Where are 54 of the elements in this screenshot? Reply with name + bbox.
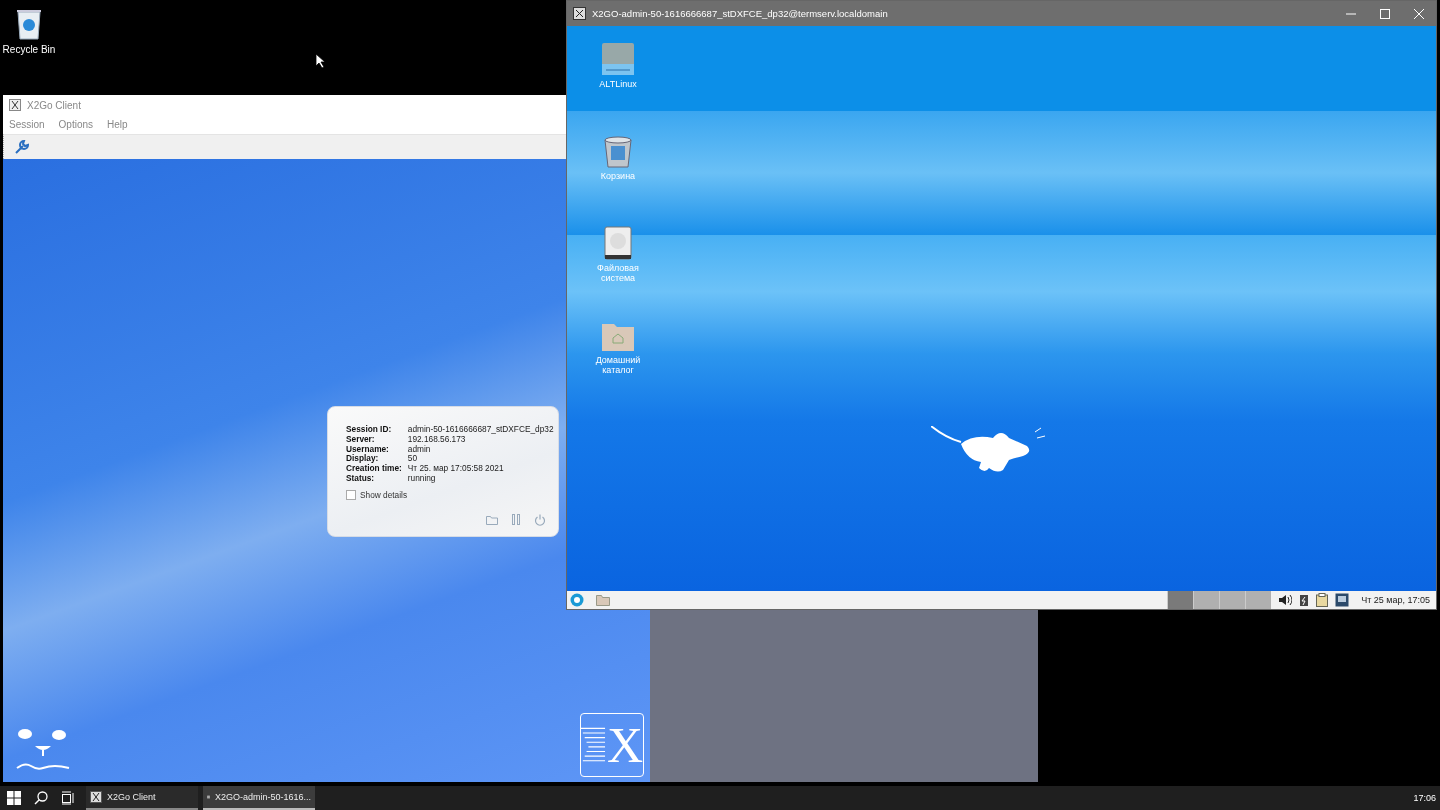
panel-clock: Чт 25 мар, 17:05 xyxy=(1361,595,1430,605)
power-icon xyxy=(534,513,546,526)
field-label: Display: xyxy=(346,454,380,465)
workspace-button[interactable] xyxy=(1219,591,1246,609)
field-label: Server: xyxy=(346,434,376,445)
network-icon xyxy=(1335,593,1350,607)
field-value: running xyxy=(407,474,437,484)
desktop-icon-label[interactable]: ALTLinux xyxy=(581,79,655,89)
close-icon xyxy=(1414,8,1424,19)
pause-button[interactable] xyxy=(512,513,520,526)
battery-icon xyxy=(1299,593,1310,607)
desktop-icon-label[interactable]: Домашний каталог xyxy=(581,355,655,375)
taskbar-item[interactable]: X2Go Client xyxy=(86,786,198,810)
field-value: 50 xyxy=(407,454,418,465)
logo-letter: X xyxy=(606,719,643,771)
menu-item[interactable]: Session xyxy=(9,119,45,130)
task-view-icon xyxy=(61,791,75,805)
field-value: admin-50-1616666687_stDXFCE_dp32 xyxy=(407,425,554,435)
volume-icon xyxy=(1278,594,1293,606)
field-value: Чт 25. мар 17:05:58 2021 xyxy=(407,464,505,474)
taskbar-item[interactable]: X2GO-admin-50-1616... xyxy=(203,786,315,810)
app-menu-icon xyxy=(570,593,584,607)
desktop-icon-label[interactable]: Корзина xyxy=(581,171,655,181)
folder-button[interactable] xyxy=(486,513,498,526)
maximize-icon xyxy=(1380,8,1390,19)
menu-item[interactable]: Help xyxy=(107,119,128,130)
folder-icon xyxy=(596,594,610,606)
windows-logo-icon xyxy=(7,791,21,805)
taskbar-clock: 17:06 xyxy=(1413,793,1436,803)
field-label: Session ID: xyxy=(346,425,393,435)
workspace-button[interactable] xyxy=(1167,591,1194,609)
desktop-icon-label[interactable]: Recycle Bin xyxy=(2,44,56,55)
checkbox[interactable] xyxy=(346,489,356,500)
field-label: Creation time: xyxy=(346,464,402,474)
window-title: X2Go Client xyxy=(27,99,81,111)
workspace-button[interactable] xyxy=(1245,591,1272,609)
field-label: Status: xyxy=(346,474,376,484)
field-value: admin xyxy=(407,444,432,455)
desktop-icon-label[interactable]: Файловая система xyxy=(581,263,655,283)
window-title: X2GO-admin-50-1616666687_stDXFCE_dp32@termserv.localdomain xyxy=(592,8,889,19)
menu-item[interactable]: Options xyxy=(58,119,94,130)
clipboard-icon xyxy=(1316,593,1329,607)
power-button[interactable] xyxy=(534,513,546,526)
workspace-button[interactable] xyxy=(1193,591,1220,609)
field-value: 192.168.56.173 xyxy=(407,434,466,445)
trash-icon xyxy=(601,134,635,168)
mouse-pointer-icon xyxy=(315,53,325,68)
field-label: Username: xyxy=(346,444,390,454)
pause-icon xyxy=(512,514,520,526)
drive-icon xyxy=(601,42,635,76)
folder-icon xyxy=(486,514,498,525)
wrench-icon xyxy=(14,139,30,155)
search-icon xyxy=(34,791,48,805)
checkbox-label[interactable]: Show details xyxy=(360,489,408,500)
